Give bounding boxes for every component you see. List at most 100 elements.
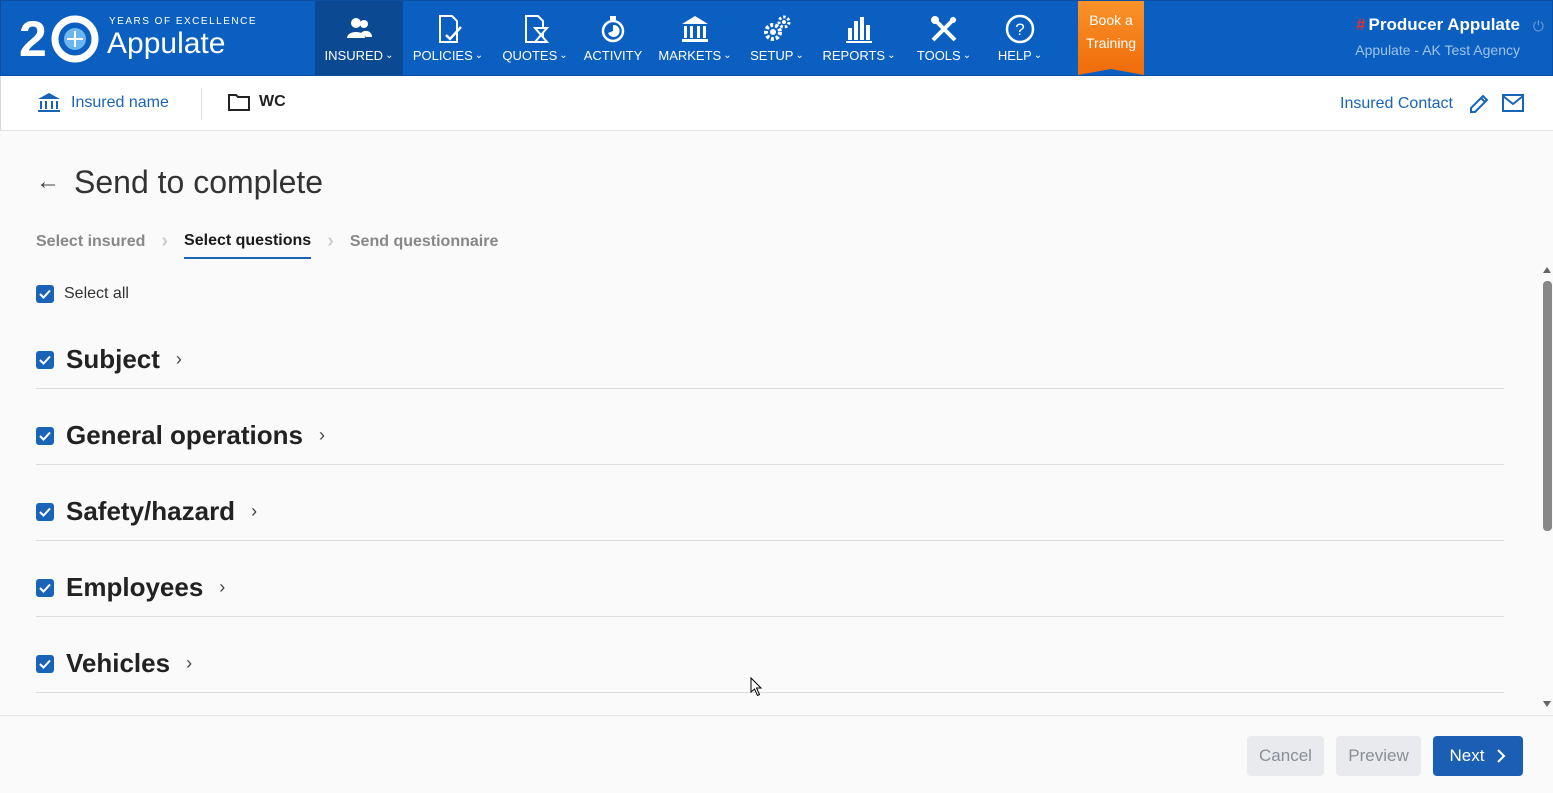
scroll-down-arrow-icon[interactable] xyxy=(1543,701,1551,707)
section-row: Employees › xyxy=(36,541,1504,617)
chevron-right-icon xyxy=(1497,749,1506,763)
chevron-right-icon[interactable]: › xyxy=(186,653,192,674)
cancel-button[interactable]: Cancel xyxy=(1247,736,1324,776)
mouse-cursor-icon xyxy=(750,677,763,697)
insured-subheader: Insured name WC Insured Contact xyxy=(0,76,1553,131)
preview-button[interactable]: Preview xyxy=(1336,736,1421,776)
section-title[interactable]: Safety/hazard xyxy=(66,496,235,527)
nav-insured-label: INSURED xyxy=(324,48,384,63)
nav-reports-label: REPORTS xyxy=(822,48,886,63)
nav-markets-label: MARKETS xyxy=(658,48,722,63)
wrench-screwdriver-icon xyxy=(931,16,957,42)
insured-name-label: Insured name xyxy=(71,94,169,111)
main-menu: INSURED ⌄ POLICIES ⌄ QUOTES ⌄ ACTIVITY MARK… xyxy=(315,1,1057,75)
select-all-label: Select all xyxy=(64,285,129,302)
wizard-footer: Cancel Preview Next xyxy=(0,715,1553,793)
user-info[interactable]: # Producer Appulate Appulate - AK Test Ag… xyxy=(1355,15,1520,58)
user-hash: # xyxy=(1356,15,1366,34)
chevron-right-icon: › xyxy=(161,230,169,252)
question-sections: Subject › General operations › Safety/ha… xyxy=(36,313,1504,693)
logo-globe-icon xyxy=(51,15,99,63)
activity-timer-icon xyxy=(601,16,625,43)
chevron-right-icon[interactable]: › xyxy=(219,577,225,598)
nav-quotes[interactable]: QUOTES ⌄ xyxy=(493,1,577,75)
page-title: Send to complete xyxy=(74,164,324,200)
section-title[interactable]: Vehicles xyxy=(66,648,170,679)
users-icon xyxy=(347,18,372,38)
bank-icon xyxy=(682,16,708,42)
nav-quotes-label: QUOTES xyxy=(502,48,558,63)
policy-check-icon xyxy=(439,15,462,43)
book-training-line2: Training xyxy=(1085,35,1137,51)
logo-number: 2 xyxy=(19,11,47,67)
checkbox-checked-icon[interactable] xyxy=(36,350,54,369)
top-navbar: 2 YEARS OF EXCELLENCE Appulate INSURED ⌄ … xyxy=(0,0,1553,76)
question-circle-icon: ? xyxy=(1005,14,1035,44)
chevron-down-icon: ⌄ xyxy=(887,50,896,61)
wizard-steps: Select insured › Select questions › Send… xyxy=(36,230,498,261)
chevron-down-icon: ⌄ xyxy=(962,50,972,61)
checkbox-checked-icon[interactable] xyxy=(36,426,54,445)
section-title[interactable]: Employees xyxy=(66,572,203,603)
chevron-down-icon: ⌄ xyxy=(1033,50,1043,61)
nav-tools[interactable]: TOOLS ⌄ xyxy=(905,1,983,75)
nav-activity-label: ACTIVITY xyxy=(583,48,643,63)
section-row: Vehicles › xyxy=(36,617,1504,693)
mail-icon[interactable] xyxy=(1501,93,1525,113)
nav-activity[interactable]: ACTIVITY xyxy=(577,1,649,75)
scroll-up-arrow-icon[interactable] xyxy=(1543,267,1551,273)
book-training-button[interactable]: Book a Training xyxy=(1078,1,1144,75)
page-header: ← Send to complete xyxy=(36,162,323,202)
gears-icon xyxy=(764,15,791,41)
user-name: Producer Appulate xyxy=(1368,15,1520,34)
logo-tagline: YEARS OF EXCELLENCE xyxy=(109,16,257,27)
checkbox-checked-icon[interactable] xyxy=(36,502,54,521)
step-select-questions[interactable]: Select questions xyxy=(184,232,312,259)
insured-name-link[interactable]: Insured name xyxy=(37,92,169,114)
appulate-logo[interactable]: 2 YEARS OF EXCELLENCE Appulate xyxy=(19,9,255,69)
chevron-right-icon[interactable]: › xyxy=(251,501,257,522)
nav-setup-label: SETUP xyxy=(750,48,794,63)
scrollbar-thumb[interactable] xyxy=(1543,281,1552,531)
nav-markets[interactable]: MARKETS ⌄ xyxy=(649,1,741,75)
nav-setup[interactable]: SETUP ⌄ xyxy=(741,1,813,75)
section-title[interactable]: Subject xyxy=(66,344,160,375)
step-select-insured[interactable]: Select insured xyxy=(36,233,145,258)
divider xyxy=(201,88,202,120)
svg-text:?: ? xyxy=(1015,20,1024,39)
chevron-down-icon: ⌄ xyxy=(795,50,804,61)
checkbox-checked-icon[interactable] xyxy=(36,285,54,303)
checkbox-checked-icon[interactable] xyxy=(36,578,54,597)
select-all-checkbox[interactable]: Select all xyxy=(36,285,129,303)
nav-reports[interactable]: REPORTS ⌄ xyxy=(813,1,905,75)
nav-help-label: HELP xyxy=(997,48,1032,63)
folder-icon xyxy=(228,94,250,111)
chevron-down-icon: ⌄ xyxy=(385,50,394,61)
folder-label: WC xyxy=(227,92,286,112)
chevron-right-icon[interactable]: › xyxy=(176,349,182,370)
back-arrow-icon[interactable]: ← xyxy=(36,162,60,202)
scrollbar[interactable] xyxy=(1540,265,1553,715)
section-row: General operations › xyxy=(36,389,1504,465)
insured-contact-link[interactable]: Insured Contact xyxy=(1340,95,1453,113)
section-row: Safety/hazard › xyxy=(36,465,1504,541)
nav-policies[interactable]: POLICIES ⌄ xyxy=(403,1,493,75)
nav-help[interactable]: ? HELP ⌄ xyxy=(983,1,1057,75)
folder-name: WC xyxy=(259,93,286,110)
next-button[interactable]: Next xyxy=(1433,736,1523,776)
book-training-line1: Book a xyxy=(1089,12,1133,28)
nav-policies-label: POLICIES xyxy=(412,48,473,63)
bank-icon xyxy=(38,93,60,112)
edit-pencil-icon[interactable] xyxy=(1467,92,1491,116)
step-send-questionnaire[interactable]: Send questionnaire xyxy=(350,233,498,258)
chevron-down-icon: ⌄ xyxy=(559,50,568,61)
power-icon[interactable]: ⏻ xyxy=(1533,18,1544,35)
checkbox-checked-icon[interactable] xyxy=(36,654,54,673)
chevron-down-icon: ⌄ xyxy=(723,50,732,61)
chevron-down-icon: ⌄ xyxy=(474,50,484,61)
chevron-right-icon[interactable]: › xyxy=(319,425,325,446)
section-title[interactable]: General operations xyxy=(66,420,303,451)
nav-insured[interactable]: INSURED ⌄ xyxy=(315,1,403,75)
nav-tools-label: TOOLS xyxy=(916,48,961,63)
chevron-right-icon: › xyxy=(327,230,334,252)
